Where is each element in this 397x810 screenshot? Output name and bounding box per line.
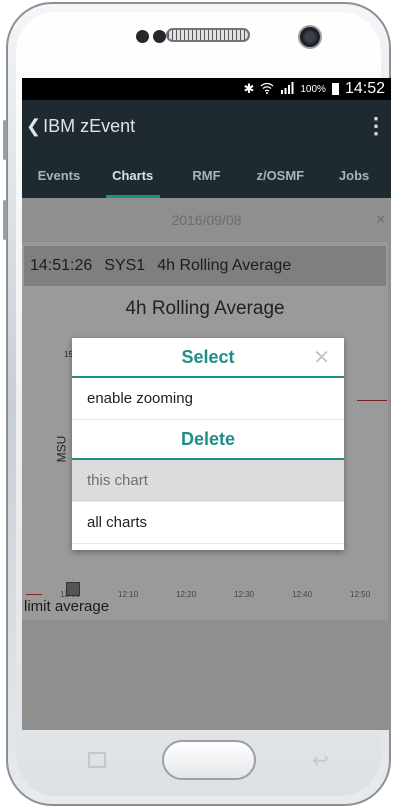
tab-events[interactable]: Events: [22, 152, 96, 198]
back-icon[interactable]: ↩: [312, 748, 329, 773]
tab-charts[interactable]: Charts: [96, 152, 170, 198]
delete-heading: Delete: [72, 420, 344, 460]
sensor-dot: [153, 30, 166, 43]
chart-system: SYS1: [104, 257, 146, 274]
signal-icon: [280, 81, 294, 97]
x-tick-label: 12:30: [234, 590, 255, 599]
bluetooth-icon: ✱: [243, 81, 255, 96]
volume-button: [3, 120, 7, 160]
volume-button: [3, 200, 7, 240]
delete-title: Delete: [180, 428, 236, 449]
legend-limit-line: [26, 594, 42, 595]
tab-zosmf[interactable]: z/OSMF: [243, 152, 317, 198]
battery-icon: [331, 83, 339, 95]
front-camera: [298, 25, 322, 49]
app-bar: ❮ IBM zEvent ⋮: [22, 100, 391, 152]
status-bar: ✱ 100% 14:52: [22, 78, 391, 100]
x-tick-label: 12:40: [292, 590, 313, 599]
options-dialog: Select ✕ enable zooming Delete this char…: [72, 338, 344, 550]
legend-label: limit average: [24, 598, 110, 615]
chart-name: 4h Rolling Average: [157, 257, 292, 274]
chart-header[interactable]: 14:51:26 SYS1 4h Rolling Average: [24, 246, 386, 286]
close-dialog-icon[interactable]: ✕: [313, 345, 330, 370]
date-row: 2016/09/08 ×: [22, 198, 391, 242]
limit-line: [357, 400, 387, 401]
hardware-nav: ↩: [22, 730, 375, 786]
chart-time: 14:51:26: [30, 257, 93, 274]
tab-rmf[interactable]: RMF: [170, 152, 244, 198]
delete-this-chart-option[interactable]: this chart: [72, 460, 344, 502]
x-tick-label: 12:50: [350, 590, 371, 599]
app-title: IBM zEvent: [43, 115, 136, 136]
x-tick-label: 12:10: [118, 590, 139, 599]
back-chevron-icon[interactable]: ❮: [22, 116, 43, 137]
select-heading: Select ✕: [72, 338, 344, 378]
delete-all-charts-option[interactable]: all charts: [72, 502, 344, 544]
x-tick-label: 12:20: [176, 590, 197, 599]
battery-percent: 100%: [300, 83, 326, 95]
chart-title: 4h Rolling Average: [125, 298, 285, 319]
overflow-menu-icon[interactable]: ⋮: [361, 113, 391, 139]
enable-zooming-option[interactable]: enable zooming: [72, 378, 344, 420]
legend-swatch: [66, 582, 80, 596]
earpiece-speaker: [166, 28, 250, 42]
wifi-icon: [260, 82, 274, 97]
y-axis-label: MSU: [54, 435, 69, 463]
sensor-dot: [136, 30, 149, 43]
home-button[interactable]: [162, 740, 256, 780]
select-title: Select: [181, 346, 235, 367]
status-time: 14:52: [344, 80, 385, 97]
tab-jobs[interactable]: Jobs: [317, 152, 391, 198]
recent-apps-icon[interactable]: [88, 752, 106, 768]
chart-date: 2016/09/08: [171, 212, 242, 228]
close-chart-icon[interactable]: ×: [376, 211, 385, 228]
screen: ✱ 100% 14:52 ❮ IBM zEvent ⋮ Events Chart…: [22, 78, 391, 730]
tab-bar: Events Charts RMF z/OSMF Jobs: [22, 152, 391, 198]
